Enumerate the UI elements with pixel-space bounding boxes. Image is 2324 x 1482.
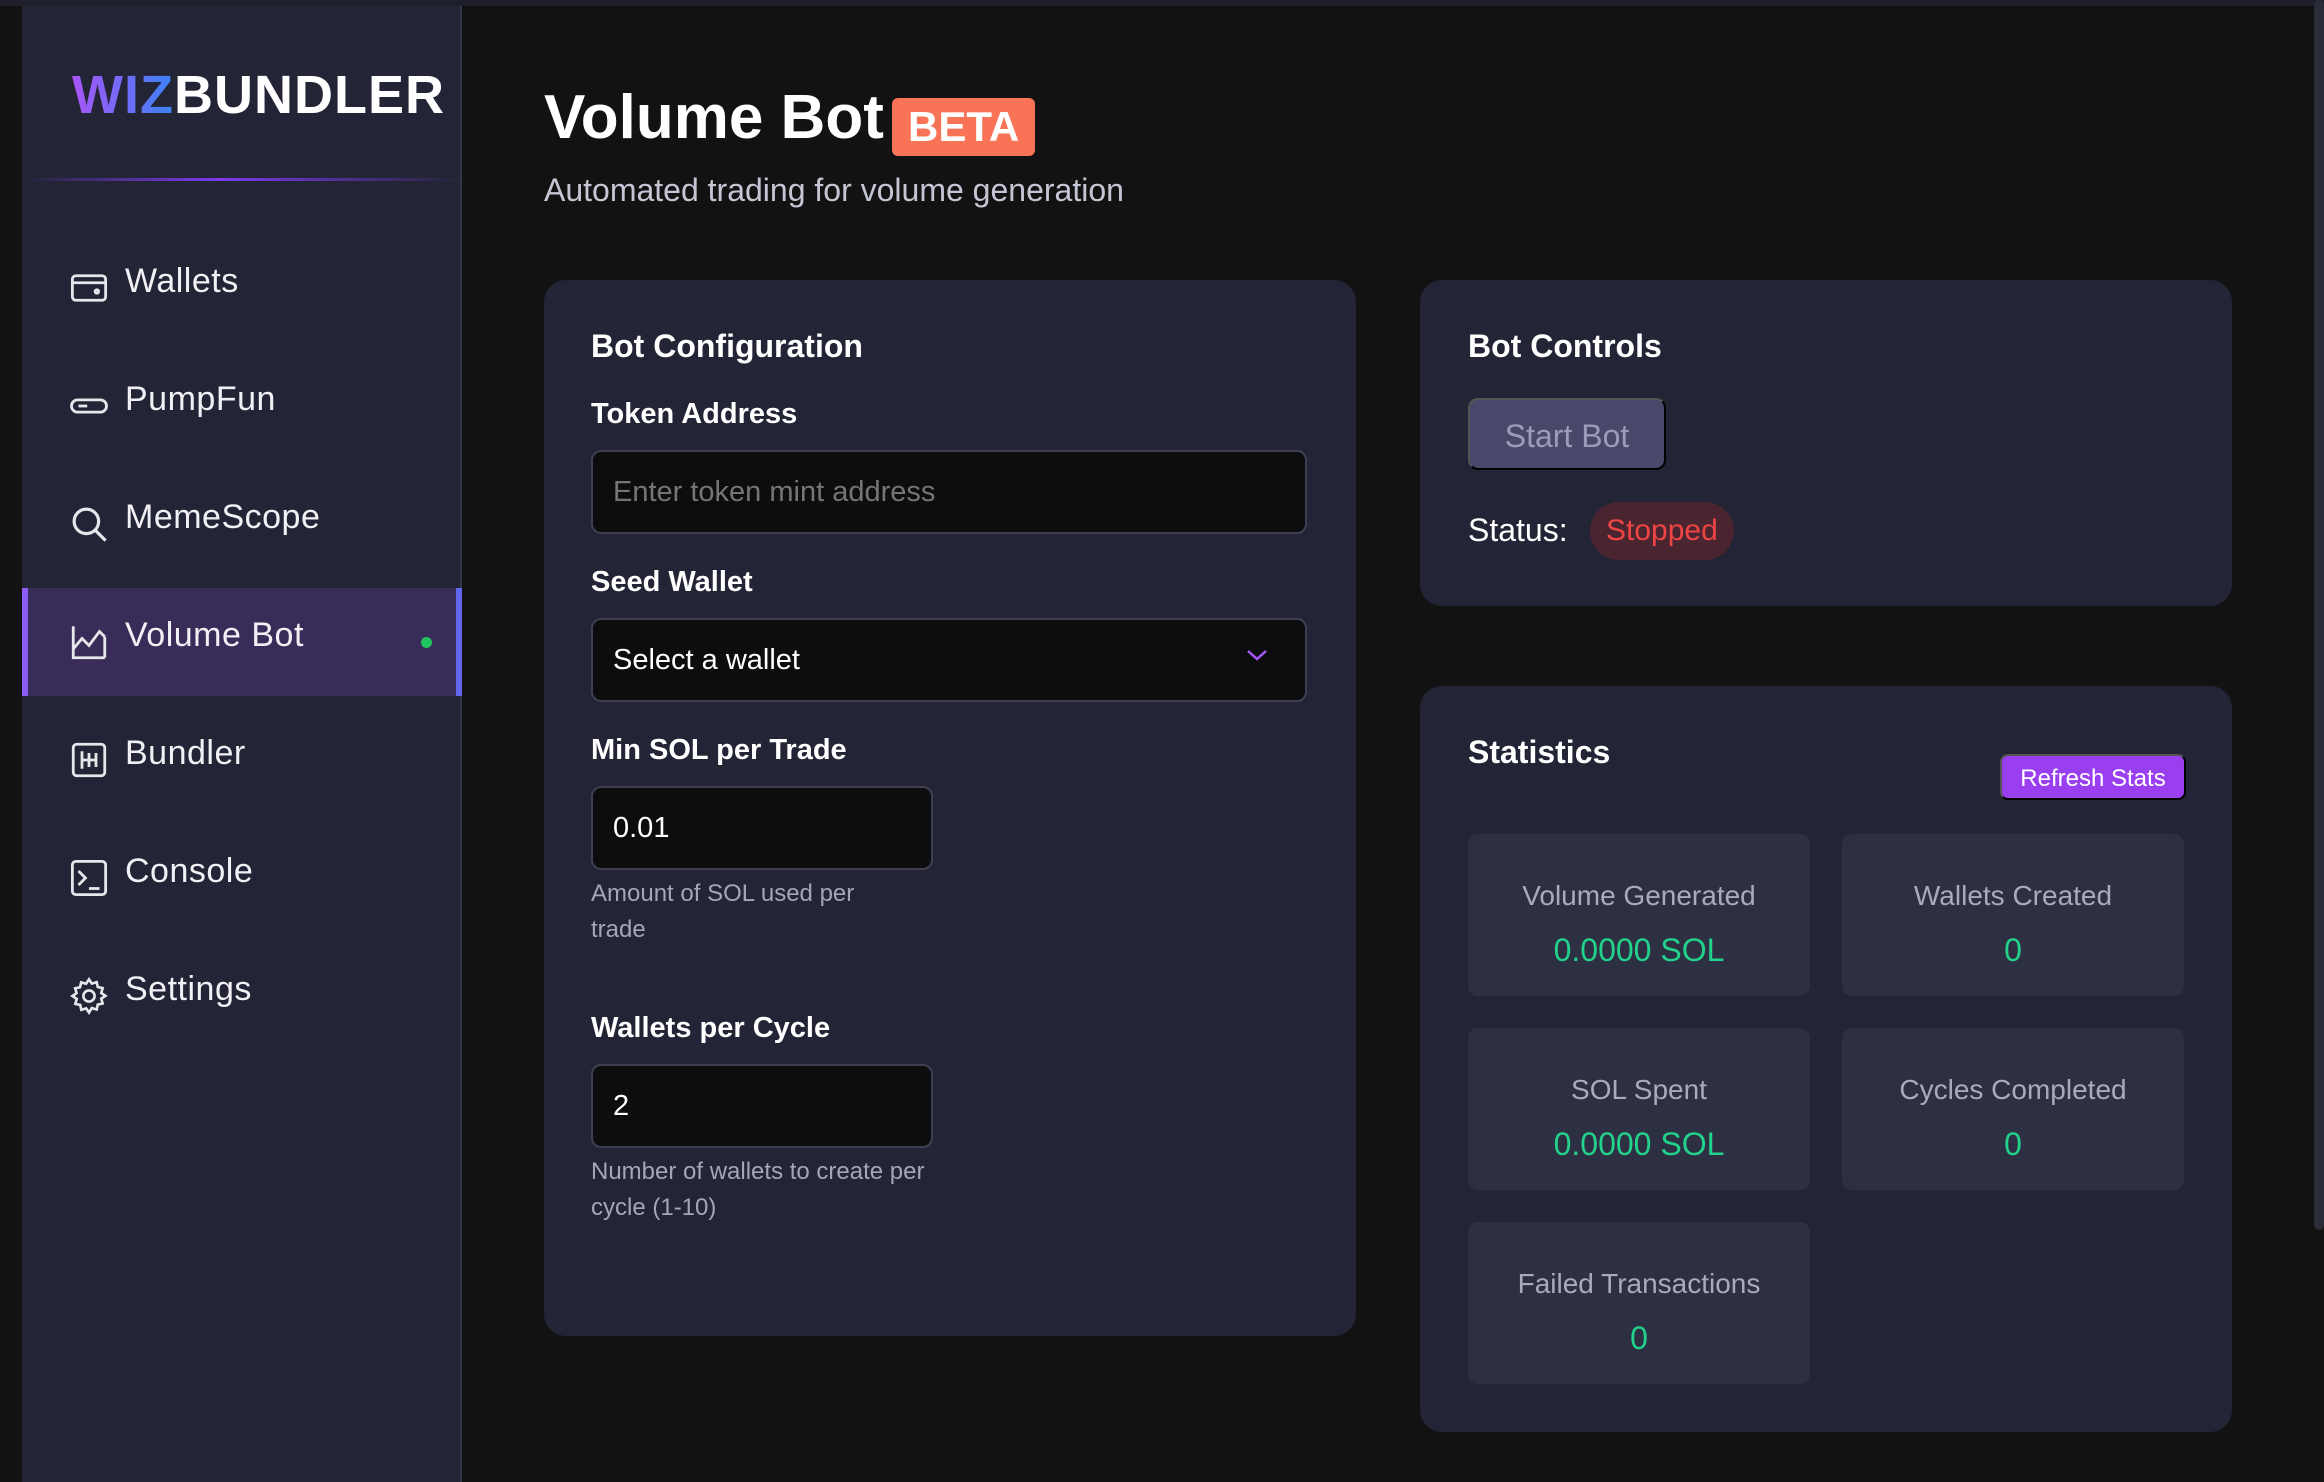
stat-wallets-created: Wallets Created 0 (1842, 834, 2184, 996)
sidebar-item-volume-bot[interactable]: Volume Bot (22, 588, 462, 696)
wallet-icon (68, 267, 110, 309)
sidebar: WIZBUNDLER Wallets PumpFun MemeScope Vol… (22, 6, 462, 1482)
wallets-per-cycle-hint: Number of wallets to create per cycle (1… (591, 1158, 925, 1221)
bot-configuration-card: Bot Configuration Token Address Seed Wal… (544, 280, 1356, 1336)
sidebar-item-wallets[interactable]: Wallets (22, 234, 462, 342)
sidebar-item-label: Wallets (125, 262, 239, 300)
sidebar-item-label: Volume Bot (125, 616, 304, 654)
sidebar-item-label: Bundler (125, 734, 246, 772)
min-sol-hint: Amount of SOL used per trade (591, 880, 855, 943)
stat-volume-generated: Volume Generated 0.0000 SOL (1468, 834, 1810, 996)
stat-sol-spent: SOL Spent 0.0000 SOL (1468, 1028, 1810, 1190)
app-logo[interactable]: WIZBUNDLER (72, 64, 445, 126)
card-title: Statistics (1468, 734, 1611, 770)
card-title: Bot Controls (1468, 328, 1662, 364)
stat-failed-transactions: Failed Transactions 0 (1468, 1222, 1810, 1384)
active-indicator-dot (421, 637, 432, 648)
stat-value: 0 (1630, 1320, 1648, 1356)
sidebar-item-label: MemeScope (125, 498, 321, 536)
sidebar-item-settings[interactable]: Settings (22, 942, 462, 1050)
logo-part-bundler: BUNDLER (173, 65, 445, 125)
sidebar-nav: Wallets PumpFun MemeScope Volume Bot Bun… (22, 234, 462, 1060)
sidebar-item-bundler[interactable]: Bundler (22, 706, 462, 814)
sidebar-item-label: Console (125, 852, 254, 890)
search-icon (68, 503, 110, 545)
min-sol-input[interactable]: 0.01 (591, 786, 933, 870)
stat-label: Cycles Completed (1899, 1074, 2127, 1105)
seed-wallet-selected-value: Select a wallet (613, 643, 800, 676)
refresh-stats-button[interactable]: Refresh Stats (2000, 754, 2186, 800)
stat-label: Wallets Created (1913, 880, 2113, 911)
stat-value: 0 (2004, 932, 2022, 968)
wallets-per-cycle-input[interactable]: 2 (591, 1064, 933, 1148)
logo-area: WIZBUNDLER (22, 6, 462, 181)
chevron-down-icon (1247, 650, 1267, 661)
gear-icon (68, 975, 110, 1017)
terminal-icon (68, 857, 110, 899)
bundler-icon (68, 739, 110, 781)
token-address-label: Token Address (591, 398, 798, 430)
token-address-input[interactable] (591, 450, 1307, 534)
pill-icon (68, 385, 110, 427)
stat-label: Failed Transactions (1517, 1268, 1761, 1299)
seed-wallet-select[interactable]: Select a wallet (591, 618, 1307, 702)
seed-wallet-label: Seed Wallet (591, 566, 753, 598)
sidebar-item-label: PumpFun (125, 380, 276, 418)
stat-value: 0.0000 SOL (1553, 932, 1725, 968)
logo-divider (22, 178, 462, 181)
chart-icon (68, 621, 110, 663)
sidebar-item-console[interactable]: Console (22, 824, 462, 932)
start-bot-button[interactable]: Start Bot (1468, 398, 1666, 470)
sidebar-item-label: Settings (125, 970, 252, 1008)
min-sol-label: Min SOL per Trade (591, 734, 847, 766)
card-title: Bot Configuration (591, 328, 863, 364)
page-title: Volume Bot (544, 83, 884, 152)
sidebar-item-memescope[interactable]: MemeScope (22, 470, 462, 578)
stat-label: SOL Spent (1571, 1074, 1707, 1105)
stat-cycles-completed: Cycles Completed 0 (1842, 1028, 2184, 1190)
status-label: Status: (1468, 512, 1568, 548)
status-badge: Stopped (1590, 502, 1734, 560)
page-subtitle: Automated trading for volume generation (544, 172, 1124, 208)
stat-value: 0 (2004, 1126, 2022, 1162)
stat-label: Volume Generated (1522, 880, 1756, 911)
logo-part-wiz: WIZ (72, 65, 174, 125)
sidebar-item-pumpfun[interactable]: PumpFun (22, 352, 462, 460)
wallets-per-cycle-label: Wallets per Cycle (591, 1012, 831, 1044)
page-scrollbar[interactable] (2314, 0, 2324, 1230)
beta-badge: BETA (892, 98, 1036, 156)
stat-value: 0.0000 SOL (1553, 1126, 1725, 1162)
